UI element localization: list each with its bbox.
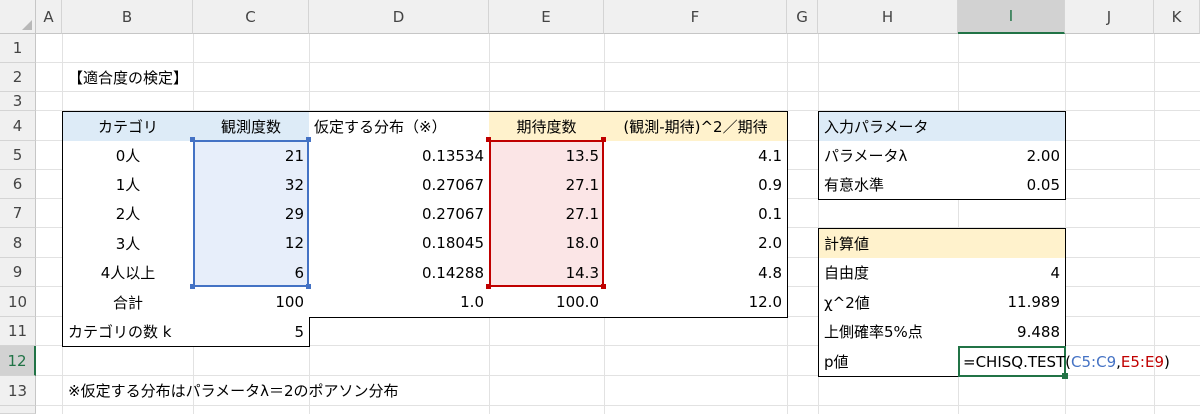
header-expected[interactable]: 期待度数 [489,111,605,142]
param-alpha-value[interactable]: 0.05 [958,170,1066,200]
range-handle[interactable] [190,137,195,142]
calc-df-value[interactable]: 4 [958,258,1066,288]
calc-chi2-value[interactable]: 11.989 [958,287,1066,318]
row-header-11[interactable]: 11 [0,317,36,346]
row-header-3[interactable]: 3 [0,92,36,111]
cell-distribution[interactable]: 0.27067 [309,199,490,229]
cell-category[interactable]: 2人 [62,199,194,229]
range-handle[interactable] [190,284,195,289]
header-chi-term[interactable]: (観測-期待)^2／期待 [604,111,788,142]
total-label[interactable]: 合計 [62,287,194,318]
row-header-4[interactable]: 4 [0,111,36,141]
cell-chi-term[interactable]: 0.1 [604,199,788,229]
cell-expected[interactable]: 13.5 [489,141,605,171]
cell-distribution[interactable]: 0.13534 [309,141,490,171]
cell-chi-term[interactable]: 4.8 [604,258,788,288]
column-header-f[interactable]: F [604,0,787,34]
row-header-5[interactable]: 5 [0,141,36,170]
cell-category[interactable]: 4人以上 [62,258,194,288]
row-header-2[interactable]: 2 [0,63,36,92]
formula-suffix: ) [1164,352,1170,371]
column-header-i[interactable]: I [958,0,1065,34]
gridline [36,91,1200,92]
formula-prefix: =CHISQ.TEST( [963,352,1072,371]
row-header-1[interactable]: 1 [0,34,36,63]
row-header-9[interactable]: 9 [0,258,36,287]
range-handle[interactable] [601,284,606,289]
cell-chi-term[interactable]: 4.1 [604,141,788,171]
range-handle[interactable] [601,137,606,142]
cell-observed[interactable]: 12 [193,228,310,259]
fill-handle[interactable] [1062,373,1068,379]
row-header-7[interactable]: 7 [0,199,36,228]
header-observed[interactable]: 観測度数 [193,111,310,142]
cell-distribution[interactable]: 0.14288 [309,258,490,288]
distribution-note[interactable]: ※仮定する分布はパラメータλ＝2のポアソン分布 [68,376,399,405]
header-category[interactable]: カテゴリ [62,111,194,142]
row-header-14-partial[interactable] [0,406,36,414]
cell-distribution[interactable]: 0.18045 [309,228,490,259]
cell-chi-term[interactable]: 0.9 [604,170,788,200]
cell-expected[interactable]: 27.1 [489,199,605,229]
cell-category[interactable]: 3人 [62,228,194,259]
cell-expected[interactable]: 27.1 [489,170,605,200]
range-handle[interactable] [486,284,491,289]
row-header-12[interactable]: 12 [0,346,36,376]
select-all-triangle-icon [22,20,32,30]
gridline [36,405,1200,406]
row-header-6[interactable]: 6 [0,170,36,199]
row-header-13[interactable]: 13 [0,376,36,406]
sheet-title[interactable]: 【適合度の検定】 [68,63,188,92]
k-value[interactable]: 5 [193,317,310,347]
column-header-d[interactable]: D [309,0,489,34]
cell-expected[interactable]: 14.3 [489,258,605,288]
cell-observed[interactable]: 29 [193,199,310,229]
k-label[interactable]: カテゴリの数 k [62,317,194,347]
cell-chi-term[interactable]: 2.0 [604,228,788,259]
range-handle[interactable] [306,137,311,142]
range-handle[interactable] [306,284,311,289]
total-chi-square[interactable]: 12.0 [604,287,788,318]
row-header-8[interactable]: 8 [0,228,36,258]
row-header-10[interactable]: 10 [0,287,36,317]
column-header-a[interactable]: A [36,0,62,34]
formula-ref-expected: E5:E9 [1120,352,1165,371]
column-header-h[interactable]: H [818,0,958,34]
range-handle[interactable] [486,137,491,142]
column-header-b[interactable]: B [62,0,193,34]
cell-observed[interactable]: 21 [193,141,310,171]
column-header-g[interactable]: G [787,0,818,34]
select-all-corner[interactable] [0,0,36,34]
param-alpha-label[interactable]: 有意水準 [818,170,959,200]
gridline [36,62,1200,63]
cell-observed[interactable]: 32 [193,170,310,200]
column-header-k[interactable]: K [1154,0,1200,34]
active-cell-formula[interactable]: =CHISQ.TEST(C5:C9, E5:E9) [958,346,1170,377]
total-expected[interactable]: 100.0 [489,287,605,318]
column-header-e[interactable]: E [489,0,604,34]
cell-distribution[interactable]: 0.27067 [309,170,490,200]
param-lambda-label[interactable]: パラメータλ [818,141,959,171]
calc-critical-label[interactable]: 上側確率5%点 [818,317,959,347]
calc-chi2-label[interactable]: χ^2値 [818,287,959,318]
calc-pvalue-label[interactable]: p値 [818,346,959,377]
cell-expected[interactable]: 18.0 [489,228,605,259]
params-header[interactable]: 入力パラメータ [818,111,1066,142]
header-distribution[interactable]: 仮定する分布（※） [309,111,490,142]
formula-ref-observed: C5:C9 [1071,352,1117,371]
cell-observed[interactable]: 6 [193,258,310,288]
calc-df-label[interactable]: 自由度 [818,258,959,288]
param-lambda-value[interactable]: 2.00 [958,141,1066,171]
total-observed[interactable]: 100 [193,287,310,318]
cell-category[interactable]: 0人 [62,141,194,171]
cell-category[interactable]: 1人 [62,170,194,200]
calc-header[interactable]: 計算値 [818,228,1066,259]
column-header-j[interactable]: J [1065,0,1154,34]
column-header-c[interactable]: C [193,0,309,34]
calc-critical-value[interactable]: 9.488 [958,317,1066,347]
total-distribution[interactable]: 1.0 [309,287,490,318]
